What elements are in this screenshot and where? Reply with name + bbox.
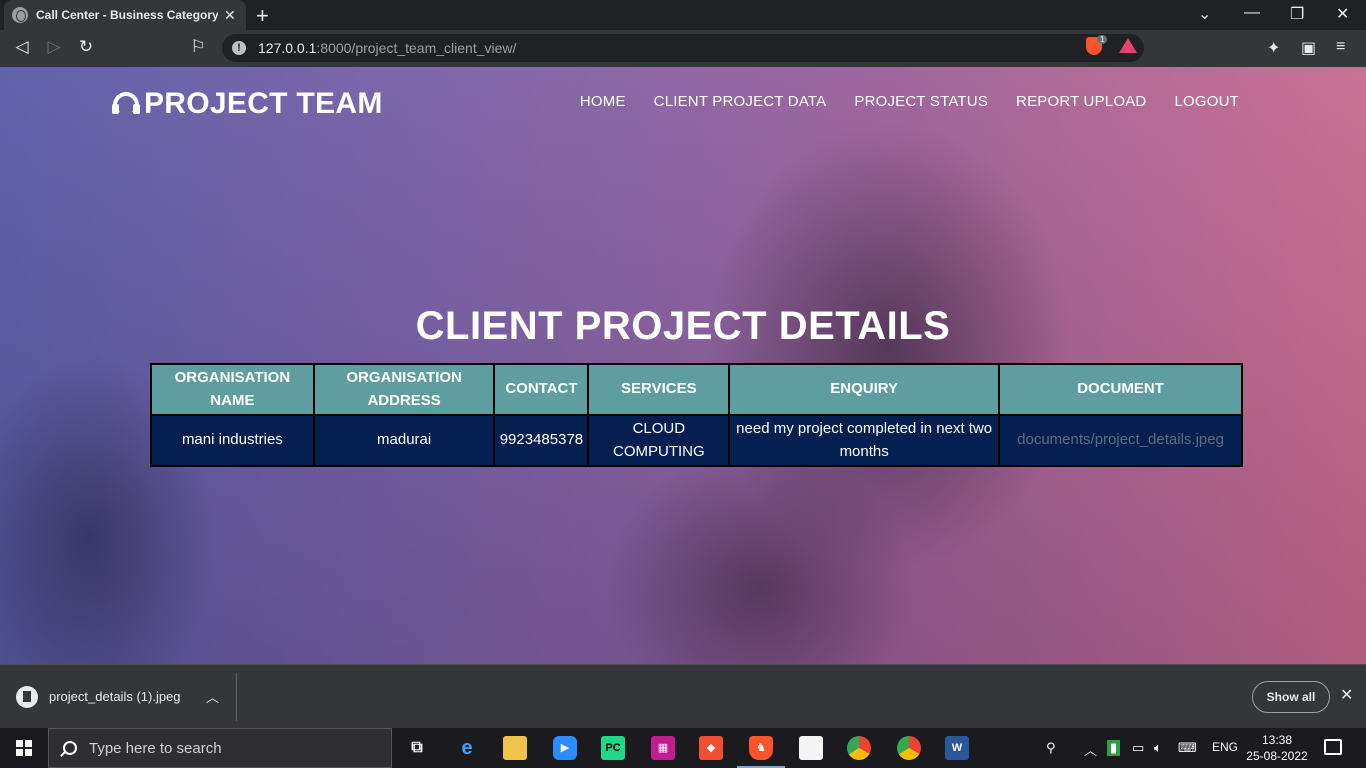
header-document: DOCUMENT (998, 363, 1243, 416)
table-header-row: ORGANISATION NAME ORGANISATION ADDRESS C… (150, 363, 1243, 416)
brave-browser-icon[interactable]: ♞ (737, 736, 785, 768)
download-shelf: project_details (1).jpeg ︿ Show all ✕ (0, 664, 1366, 728)
search-icon (63, 741, 77, 755)
search-placeholder: Type here to search (89, 739, 222, 757)
url-text: 127.0.0.1:8000/project_team_client_view/ (258, 40, 516, 56)
pycharm-icon[interactable]: PC (601, 736, 625, 760)
file-icon (16, 686, 38, 708)
shelf-divider (236, 673, 237, 721)
page-viewport: PROJECT TEAM HOME CLIENT PROJECT DATA PR… (0, 67, 1366, 664)
clock-date: 25-08-2022 (1246, 749, 1308, 763)
cell-document-link[interactable]: documents/project_details.jpeg (998, 414, 1243, 467)
nav-client-project-data[interactable]: CLIENT PROJECT DATA (654, 93, 827, 110)
show-all-button[interactable]: Show all (1252, 681, 1330, 713)
volume-icon[interactable]: 🔈︎ (1154, 740, 1162, 756)
zoom-icon[interactable]: ▶ (553, 736, 577, 760)
task-view-icon[interactable]: ⧉ (405, 736, 429, 760)
table-row: mani industries madurai 9923485378 CLOUD… (150, 414, 1243, 467)
header-contact: CONTACT (493, 363, 590, 416)
taskbar-search-box[interactable]: Type here to search (48, 728, 392, 768)
chevron-up-icon[interactable]: ︿ (206, 687, 219, 706)
tab-search-dropdown-icon[interactable]: ⌄ (1198, 4, 1211, 24)
people-icon[interactable]: ⚲ (1046, 740, 1056, 756)
notifications-icon[interactable] (1324, 739, 1342, 755)
url-path: :8000/project_team_client_view/ (316, 40, 517, 56)
headset-icon (112, 90, 140, 118)
notepad-icon[interactable] (799, 736, 823, 760)
extensions-icon[interactable]: ✦ (1267, 38, 1280, 58)
header-organisation-address: ORGANISATION ADDRESS (312, 363, 496, 416)
tab-close-icon[interactable]: ✕ (224, 7, 236, 24)
network-icon[interactable]: ▭ (1132, 740, 1144, 756)
window-close-button[interactable]: ✕ (1336, 4, 1349, 24)
download-file-name[interactable]: project_details (1).jpeg (49, 689, 181, 704)
client-project-table: ORGANISATION NAME ORGANISATION ADDRESS C… (150, 363, 1243, 467)
tab-title: Call Center - Business Category B (36, 8, 218, 22)
nav-home[interactable]: HOME (580, 93, 626, 110)
cell-contact: 9923485378 (493, 414, 590, 467)
clock[interactable]: 13:38 25-08-2022 (1244, 732, 1310, 764)
close-icon[interactable]: ✕ (1340, 685, 1353, 705)
chrome-profile-icon[interactable] (897, 736, 921, 760)
bookmark-icon[interactable]: ⚐ (186, 37, 210, 57)
site-logo[interactable]: PROJECT TEAM (112, 87, 383, 121)
header-enquiry: ENQUIRY (728, 363, 1001, 416)
edge-icon[interactable]: e (455, 736, 479, 760)
brave-rewards-icon[interactable] (1119, 38, 1137, 53)
nav-project-status[interactable]: PROJECT STATUS (854, 93, 988, 110)
tray-app-icon[interactable]: ▮ (1107, 740, 1121, 756)
cell-services: CLOUD COMPUTING (587, 414, 731, 467)
main-nav: HOME CLIENT PROJECT DATA PROJECT STATUS … (580, 93, 1239, 110)
cell-organisation-address: madurai (312, 414, 496, 467)
window-minimize-button[interactable]: — (1244, 4, 1260, 22)
page-title: CLIENT PROJECT DETAILS (415, 304, 951, 348)
wallet-icon[interactable]: ▣ (1301, 38, 1316, 58)
window-restore-button[interactable]: ❐ (1290, 4, 1304, 24)
forward-icon[interactable]: ▷ (42, 37, 66, 57)
chevron-up-icon[interactable]: ︿ (1084, 740, 1097, 759)
url-host: 127.0.0.1 (258, 40, 317, 56)
new-tab-button[interactable]: + (256, 3, 269, 29)
clock-time: 13:38 (1261, 733, 1293, 747)
menu-icon[interactable]: ≡ (1336, 38, 1345, 56)
header-organisation-name: ORGANISATION NAME (150, 363, 315, 416)
file-explorer-icon[interactable] (503, 736, 527, 760)
windows-taskbar: Type here to search ⧉ e ▶ PC ▦ ◆ ♞ W ⚲ ︿… (0, 728, 1366, 768)
cell-organisation-name: mani industries (150, 414, 315, 467)
cell-enquiry: need my project completed in next two mo… (728, 414, 1001, 467)
back-icon[interactable]: ◁ (10, 37, 34, 57)
address-bar[interactable]: ! 127.0.0.1:8000/project_team_client_vie… (222, 34, 1144, 62)
header-services: SERVICES (587, 363, 731, 416)
browser-tabstrip: Call Center - Business Category B ✕ + ⌄ … (0, 0, 1366, 30)
globe-icon (12, 7, 28, 23)
browser-tab[interactable]: Call Center - Business Category B ✕ (4, 0, 246, 30)
logo-text: PROJECT TEAM (144, 87, 383, 120)
reload-icon[interactable]: ↻ (74, 37, 98, 57)
keyboard-icon[interactable]: ⌨ (1178, 740, 1197, 756)
windows-start-icon[interactable] (16, 740, 32, 756)
git-icon[interactable]: ◆ (699, 736, 723, 760)
nav-logout[interactable]: LOGOUT (1174, 93, 1239, 110)
word-icon[interactable]: W (945, 736, 969, 760)
chrome-icon[interactable] (847, 736, 871, 760)
info-icon[interactable]: ! (232, 41, 246, 55)
browser-toolbar: ◁ ▷ ↻ ⚐ ! 127.0.0.1:8000/project_team_cl… (0, 30, 1366, 67)
nav-report-upload[interactable]: REPORT UPLOAD (1016, 93, 1146, 110)
language-indicator[interactable]: ENG (1212, 740, 1238, 754)
app-icon[interactable]: ▦ (651, 736, 675, 760)
